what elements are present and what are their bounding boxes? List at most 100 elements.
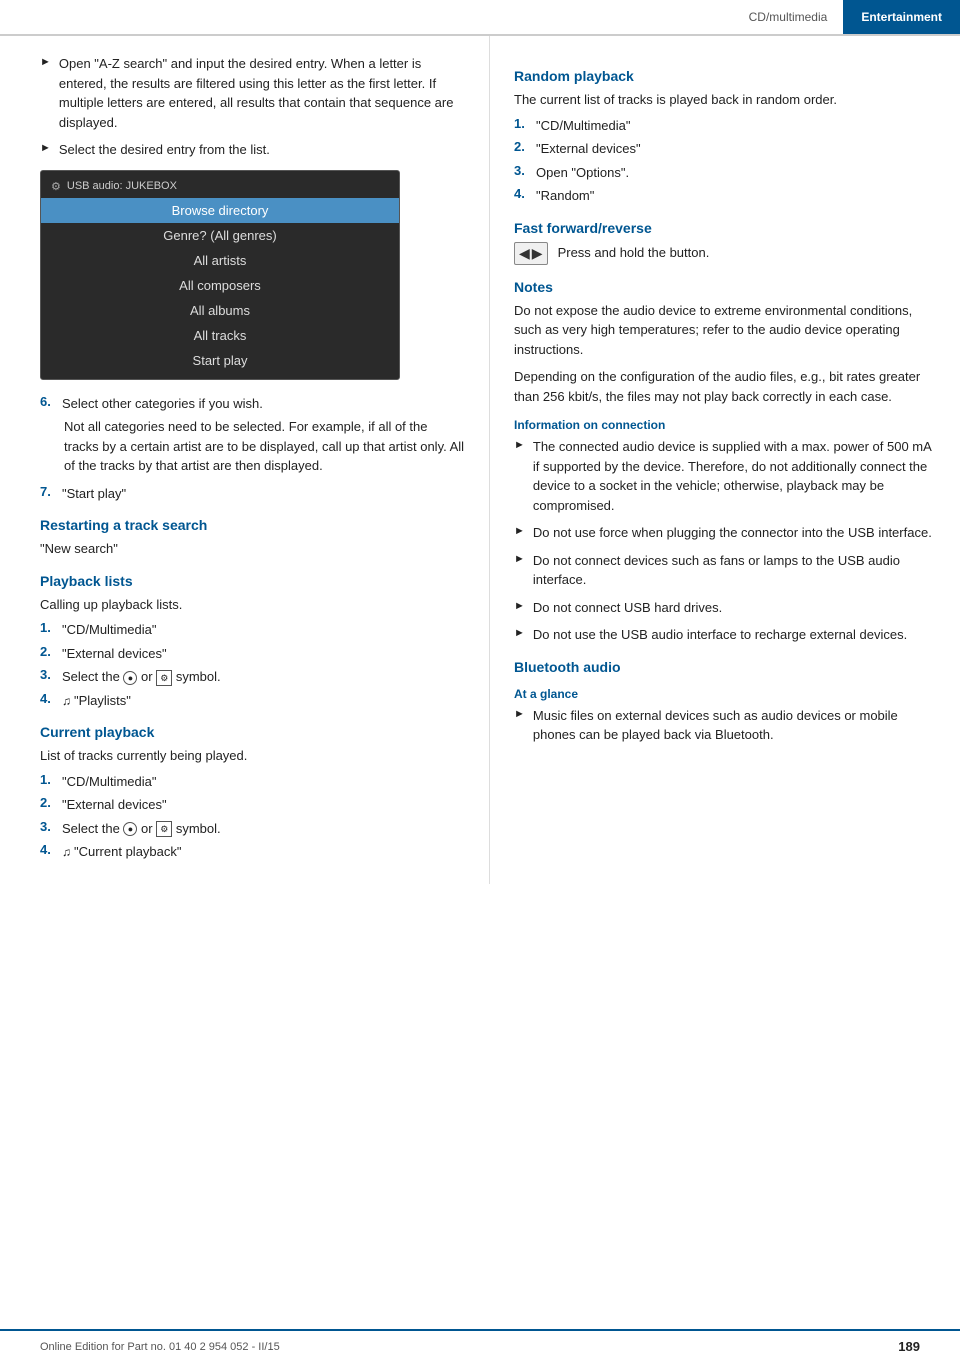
current-step-item: 1. "CD/Multimedia" [40, 772, 465, 792]
forward-icon[interactable]: ▶ [532, 245, 543, 262]
restarting-heading: Restarting a track search [40, 517, 465, 533]
step-text: Select the ● or ⚙ symbol. [62, 819, 221, 839]
ff-heading: Fast forward/reverse [514, 220, 936, 236]
usb-title-bar: ⚙ USB audio: JUKEBOX [41, 177, 399, 198]
random-intro: The current list of tracks is played bac… [514, 90, 936, 110]
random-steps-list: 1. "CD/Multimedia" 2. "External devices" 3. O… [514, 116, 936, 206]
usb-menu-list: Browse directoryGenre? (All genres)All a… [41, 198, 399, 373]
main-area: ► Open "A-Z search" and input the desire… [0, 36, 960, 1320]
step-num: 4. [40, 842, 56, 857]
page-wrapper: CD/multimedia Entertainment ► Open "A-Z … [0, 0, 960, 1320]
header-cd-label: CD/multimedia [733, 10, 844, 24]
step-text: ♫"Playlists" [62, 691, 131, 711]
info-bullet-arrow-icon: ► [514, 525, 525, 537]
right-column: Random playback The current list of trac… [490, 36, 960, 884]
info-bullet-text: The connected audio device is supplied w… [533, 437, 936, 515]
ata-heading: At a glance [514, 687, 936, 701]
step-6-item: 6. Select other categories if you wish. [40, 394, 465, 414]
usb-menu-item[interactable]: Browse directory [41, 198, 399, 223]
notes-heading: Notes [514, 279, 936, 295]
step-num: 3. [40, 819, 56, 834]
info-connection-heading: Information on connection [514, 418, 936, 432]
bullet-arrow-icon-2: ► [40, 142, 51, 154]
restarting-text: "New search" [40, 539, 465, 559]
usb-menu-item[interactable]: All artists [41, 248, 399, 273]
left-column: ► Open "A-Z search" and input the desire… [0, 36, 490, 884]
usb-menu-image: ⚙ USB audio: JUKEBOX Browse directoryGen… [40, 170, 400, 380]
current-playback-heading: Current playback [40, 724, 465, 740]
step-num: 3. [40, 667, 56, 682]
usb-title-text: USB audio: JUKEBOX [67, 180, 177, 192]
info-bullet-item: ► Do not use the USB audio interface to r… [514, 625, 936, 645]
info-bullet-text: Do not use force when plugging the conne… [533, 523, 932, 543]
usb-menu-item[interactable]: Genre? (All genres) [41, 223, 399, 248]
current-playback-intro: List of tracks currently being played. [40, 746, 465, 766]
bullet-az-search-text: Open "A-Z search" and input the desired … [59, 54, 465, 132]
step-num: 1. [514, 116, 530, 131]
step-text: Open "Options". [536, 163, 629, 183]
page-content: ► Open "A-Z search" and input the desire… [0, 36, 960, 884]
step-text: "CD/Multimedia" [536, 116, 630, 136]
step-text: "CD/Multimedia" [62, 620, 156, 640]
ata-bullet-arrow-icon: ► [514, 708, 525, 720]
page-header: CD/multimedia Entertainment [0, 0, 960, 36]
random-step-item: 1. "CD/Multimedia" [514, 116, 936, 136]
step-7-text: "Start play" [62, 484, 126, 504]
usb-menu-item[interactable]: All albums [41, 298, 399, 323]
bullet-arrow-icon: ► [40, 56, 51, 68]
playback-step-item: 1. "CD/Multimedia" [40, 620, 465, 640]
ata-bullet-item: ► Music files on external devices such a… [514, 706, 936, 745]
bullet-item-select-entry: ► Select the desired entry from the list… [40, 140, 465, 160]
playback-steps-list: 1."CD/Multimedia"2."External devices"3.S… [40, 620, 465, 710]
step-text: "External devices" [536, 139, 641, 159]
random-step-item: 2. "External devices" [514, 139, 936, 159]
ff-row: ◀ ▶ Press and hold the button. [514, 242, 936, 265]
step-text: ♫"Current playback" [62, 842, 182, 862]
rewind-icon[interactable]: ◀ [519, 245, 530, 262]
header-entertainment-label: Entertainment [843, 0, 960, 34]
step-6-num: 6. [40, 394, 56, 409]
info-bullet-text: Do not connect devices such as fans or l… [533, 551, 936, 590]
playback-step-item: 4.♫"Playlists" [40, 691, 465, 711]
step-num: 1. [40, 620, 56, 635]
current-step-item: 4. ♫"Current playback" [40, 842, 465, 862]
info-bullet-item: ► Do not connect USB hard drives. [514, 598, 936, 618]
random-playback-heading: Random playback [514, 68, 936, 84]
bluetooth-heading: Bluetooth audio [514, 659, 936, 675]
step-7-num: 7. [40, 484, 56, 499]
current-step-item: 3. Select the ● or ⚙ symbol. [40, 819, 465, 839]
bullet-select-entry-text: Select the desired entry from the list. [59, 140, 270, 160]
info-bullet-arrow-icon: ► [514, 627, 525, 639]
step-num: 1. [40, 772, 56, 787]
step-7-item: 7. "Start play" [40, 484, 465, 504]
ata-bullet-text: Music files on external devices such as … [533, 706, 936, 745]
info-bullets-list: ► The connected audio device is supplied … [514, 437, 936, 645]
notes-text-1: Do not expose the audio device to extrem… [514, 301, 936, 360]
playback-lists-heading: Playback lists [40, 573, 465, 589]
step-6-text: Select other categories if you wish. [62, 394, 263, 414]
step-num: 2. [40, 795, 56, 810]
usb-menu-item[interactable]: Start play [41, 348, 399, 373]
random-step-item: 3. Open "Options". [514, 163, 936, 183]
usb-menu-item[interactable]: All composers [41, 273, 399, 298]
footer-text: Online Edition for Part no. 01 40 2 954 … [40, 1341, 280, 1353]
info-bullet-text: Do not connect USB hard drives. [533, 598, 722, 618]
notes-text-2: Depending on the configuration of the au… [514, 367, 936, 406]
playback-intro: Calling up playback lists. [40, 595, 465, 615]
step-6-detail: Not all categories need to be selected. … [64, 417, 465, 476]
usb-menu-item[interactable]: All tracks [41, 323, 399, 348]
bullet-item-az-search: ► Open "A-Z search" and input the desire… [40, 54, 465, 132]
random-step-item: 4."Random" [514, 186, 936, 206]
info-bullet-arrow-icon: ► [514, 439, 525, 451]
info-bullet-item: ► The connected audio device is supplied … [514, 437, 936, 515]
ff-text: Press and hold the button. [558, 243, 710, 263]
footer-page-number: 189 [898, 1339, 920, 1354]
step-text: "Random" [536, 186, 594, 206]
info-bullet-text: Do not use the USB audio interface to re… [533, 625, 907, 645]
info-bullet-arrow-icon: ► [514, 600, 525, 612]
ff-buttons[interactable]: ◀ ▶ [514, 242, 548, 265]
current-steps-list: 1."CD/Multimedia"2."External devices"3.S… [40, 772, 465, 862]
step-num: 3. [514, 163, 530, 178]
step-text: "CD/Multimedia" [62, 772, 156, 792]
step-num: 2. [514, 139, 530, 154]
